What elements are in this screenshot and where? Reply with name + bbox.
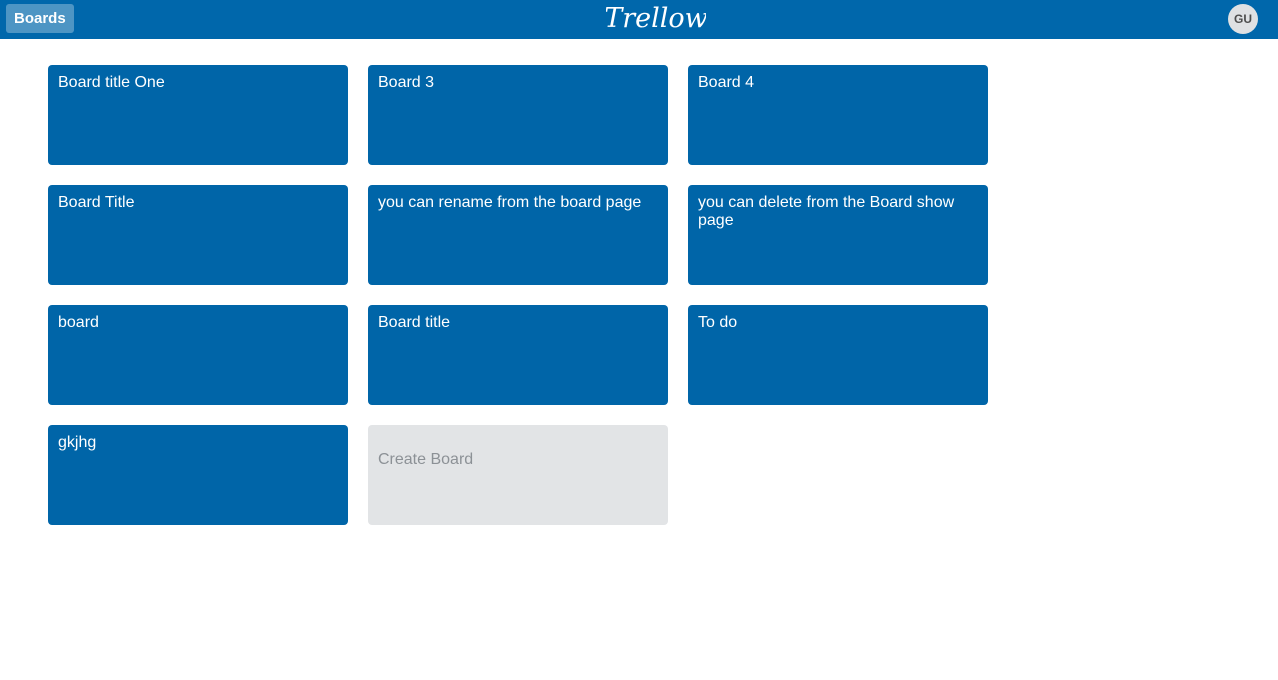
top-nav-bar: Boards Trellow GU (0, 0, 1278, 39)
boards-button[interactable]: Boards (6, 4, 74, 33)
user-avatar[interactable]: GU (1228, 4, 1258, 34)
boards-grid: Board title One Board 3 Board 4 Board Ti… (48, 65, 1008, 525)
board-tile[interactable]: To do (688, 305, 988, 405)
board-tile[interactable]: you can rename from the board page (368, 185, 668, 285)
board-tile[interactable]: Board title One (48, 65, 348, 165)
board-tile[interactable]: gkjhg (48, 425, 348, 525)
trellow-logo[interactable]: Trellow (606, 1, 706, 35)
logo-text: Trellow (606, 3, 706, 34)
board-tile[interactable]: Board 3 (368, 65, 668, 165)
board-tile[interactable]: Board 4 (688, 65, 988, 165)
board-tile[interactable]: you can delete from the Board show page (688, 185, 988, 285)
board-tile[interactable]: Board Title (48, 185, 348, 285)
board-tile[interactable]: board (48, 305, 348, 405)
board-tile[interactable]: Board title (368, 305, 668, 405)
create-board-button[interactable]: Create Board (368, 425, 668, 525)
